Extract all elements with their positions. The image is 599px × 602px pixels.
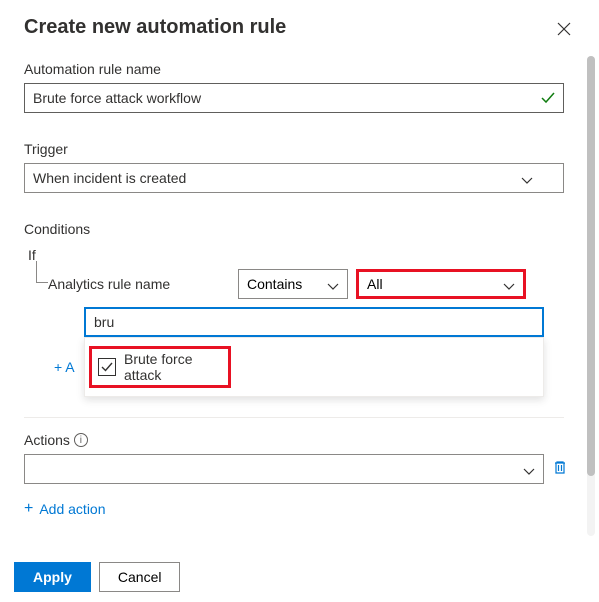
dropdown-option[interactable]: Brute force attack <box>89 346 231 388</box>
apply-button[interactable]: Apply <box>14 562 91 592</box>
chevron-down-icon <box>523 463 535 475</box>
checkbox-icon[interactable] <box>98 358 116 376</box>
operator-select[interactable]: Contains <box>238 269 348 299</box>
checkmark-icon <box>540 90 556 111</box>
divider <box>24 417 564 418</box>
cancel-button[interactable]: Cancel <box>99 562 181 592</box>
operator-value: Contains <box>247 276 302 292</box>
trigger-label: Trigger <box>24 141 575 157</box>
dropdown-panel: Brute force attack <box>84 337 544 397</box>
if-label: If <box>28 247 575 263</box>
add-condition-label: + A <box>54 359 75 375</box>
rule-name-label: Automation rule name <box>24 61 575 77</box>
scope-value: All <box>367 276 383 292</box>
rule-name-input[interactable] <box>24 83 564 113</box>
chevron-down-icon <box>521 172 533 184</box>
conditions-title: Conditions <box>24 221 575 237</box>
add-action-label: Add action <box>39 501 105 517</box>
plus-icon: + <box>24 500 33 518</box>
chevron-down-icon <box>503 278 515 290</box>
page-title: Create new automation rule <box>24 16 286 39</box>
actions-title: Actions <box>24 432 70 448</box>
trash-icon[interactable] <box>552 459 568 480</box>
tree-line <box>36 261 48 283</box>
add-action-link[interactable]: + Add action <box>24 500 106 518</box>
dropdown-option-label: Brute force attack <box>124 351 222 383</box>
info-icon[interactable]: i <box>74 433 88 447</box>
condition-field-label: Analytics rule name <box>48 276 238 292</box>
trigger-value: When incident is created <box>33 170 186 186</box>
condition-search-input[interactable] <box>84 307 544 337</box>
close-button[interactable] <box>553 16 575 45</box>
chevron-down-icon <box>327 278 339 290</box>
action-select[interactable] <box>24 454 544 484</box>
close-icon <box>557 20 571 40</box>
scope-select[interactable]: All <box>356 269 526 299</box>
trigger-select[interactable]: When incident is created <box>24 163 564 193</box>
add-condition-link[interactable]: + A <box>54 359 75 375</box>
